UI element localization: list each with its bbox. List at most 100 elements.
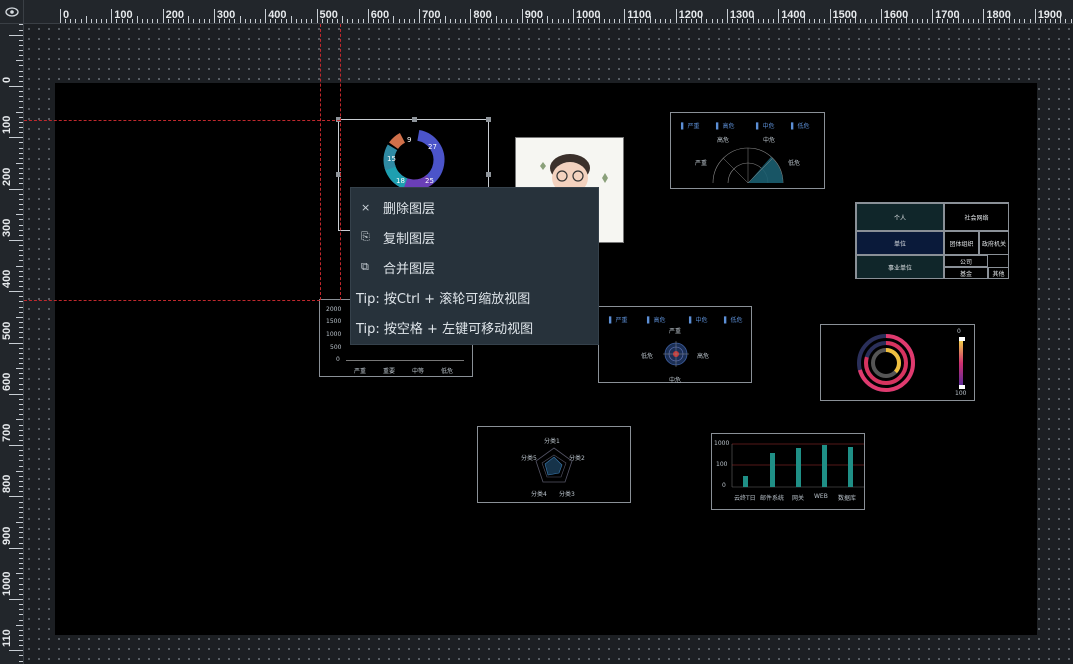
ruler-tick <box>557 19 559 23</box>
ruler-tick <box>19 491 23 493</box>
copy-layer-menu-item[interactable]: ⎘ 复制图层 <box>351 222 598 252</box>
ruler-label: 400 <box>268 9 287 21</box>
ruler-label: 600 <box>370 9 390 21</box>
ruler-tick <box>767 19 769 23</box>
ruler-tick <box>716 19 718 23</box>
semicircle-gauge-widget[interactable]: ▌ 严重 ▌ 高危 ▌ 中危 ▌ 低危 高危 中危 严重 低危 <box>670 112 825 189</box>
ruler-tick <box>19 39 23 41</box>
eye-icon[interactable] <box>4 6 19 17</box>
ruler-tick <box>260 19 262 23</box>
ruler-tick <box>9 86 23 87</box>
ruler-tick <box>157 19 159 23</box>
ruler-label: 700 <box>1 423 13 443</box>
vertical-ruler[interactable]: 0 100 200 300 400 500 600 700 800 900 1000 110 <box>0 24 24 664</box>
ruler-tick <box>608 19 610 23</box>
ruler-tick <box>147 19 149 23</box>
x-label: WEB <box>814 493 828 500</box>
copy-icon: ⎘ <box>361 230 370 243</box>
ruler-visibility-toggle[interactable] <box>0 0 24 24</box>
ruler-tick <box>19 55 23 57</box>
ruler-tick <box>865 19 867 23</box>
ruler-tick <box>624 9 626 23</box>
y-tick: 1000 <box>326 331 342 338</box>
ruler-tick <box>521 9 523 23</box>
ruler-tick <box>19 24 23 26</box>
ruler-label: 900 <box>524 9 544 21</box>
ruler-tick <box>19 604 23 606</box>
ruler-tick <box>19 132 23 134</box>
ruler-tick <box>111 9 113 23</box>
ruler-tick <box>19 44 23 46</box>
ruler-tick <box>932 9 934 23</box>
ruler-tick <box>142 19 144 23</box>
ruler-tick <box>19 557 23 559</box>
radar-label: 分类4 <box>531 491 547 498</box>
ruler-tick <box>16 111 23 113</box>
merge-layer-menu-item[interactable]: ⧉ 合并图层 <box>351 252 598 282</box>
table-cell: 团体组织 <box>944 231 979 255</box>
x-label: 中等 <box>412 368 425 375</box>
ruler-tick <box>19 250 23 252</box>
ruler-tick <box>9 342 23 344</box>
ruler-tick <box>9 445 23 447</box>
ruler-tick <box>16 624 23 626</box>
ruler-label: 1000 <box>576 9 601 21</box>
ruler-tick <box>511 19 513 23</box>
ruler-tick <box>19 424 23 426</box>
ring-chart-widget[interactable]: 0 100 <box>820 324 975 401</box>
radar-chart-widget[interactable]: 分类1 分类2 分类3 分类4 分类5 <box>477 426 631 503</box>
polar-chart-widget[interactable]: ▌ 严重 ▌ 高危 ▌ 中危 ▌ 低危 严重 低危 高危 中危 <box>598 306 752 384</box>
ruler-tick <box>19 532 23 534</box>
ruler-tick <box>9 599 23 600</box>
table-cell: 单位 <box>856 231 944 255</box>
ruler-tick <box>203 19 205 23</box>
ruler-tick <box>19 224 23 226</box>
ruler-tick <box>19 629 23 631</box>
ruler-label: 1900 <box>1037 9 1063 21</box>
ruler-label: 100 <box>114 9 133 21</box>
ruler-tick <box>19 634 23 636</box>
y-tick: 2000 <box>326 306 342 313</box>
ruler-tick <box>362 19 364 23</box>
ruler-tick <box>16 573 23 575</box>
horizontal-ruler[interactable]: 0 100 200 300 400 500 600 700 800 900 1000 1100 1200… <box>24 0 1073 24</box>
ruler-tick <box>136 16 138 23</box>
polar-chart <box>663 341 689 367</box>
ruler-tick <box>16 522 23 524</box>
ruler-tick <box>95 19 97 23</box>
ruler-tick <box>9 393 23 395</box>
ruler-tick <box>19 193 23 195</box>
ruler-tick <box>778 9 780 23</box>
ruler-tick <box>603 19 605 23</box>
ruler-tick <box>573 9 574 23</box>
ruler-tick <box>198 19 200 23</box>
delete-layer-menu-item[interactable]: × 删除图层 <box>351 192 598 222</box>
ruler-tick <box>19 414 23 416</box>
context-menu: × 删除图层 ⎘ 复制图层 ⧉ 合并图层 Tip: 按Ctrl + 滚轮可缩放视… <box>350 187 599 345</box>
relation-table-widget[interactable]: 个人 社会网络 单位 团体组织 政府机关 公司 事业单位 基金 其他 <box>855 202 1009 279</box>
table-cell: 社会网络 <box>944 203 1009 231</box>
radar-label: 分类1 <box>544 438 560 445</box>
ruler-tick <box>460 19 462 23</box>
ruler-label: 1600 <box>883 9 909 21</box>
ruler-tick <box>19 337 23 339</box>
ruler-tick <box>911 19 913 23</box>
donut-label: 9 <box>407 136 411 144</box>
ruler-tick <box>19 434 23 436</box>
ruler-label: 400 <box>1 269 13 289</box>
ruler-tick <box>19 80 23 82</box>
ruler-tick <box>19 301 23 303</box>
gauge-label: 严重 <box>695 160 708 167</box>
radar-label: 分类5 <box>521 455 537 462</box>
x-label: 网关 <box>792 495 805 502</box>
ruler-tick <box>19 486 23 488</box>
x-label: 邮件系统 <box>760 495 785 502</box>
ruler-tick <box>19 537 23 539</box>
table-cell: 基金 <box>944 267 988 279</box>
ruler-label: 200 <box>1 167 13 186</box>
bar-chart-widget[interactable]: 1000 100 0 云终T日 邮件系统 网关 WEB 数据库 <box>711 433 865 510</box>
ruler-tick <box>19 645 23 647</box>
ruler-tick <box>1065 19 1067 23</box>
pan-tip: Tip: 按空格 + 左键可移动视图 <box>356 321 534 337</box>
ruler-tick <box>295 19 297 23</box>
